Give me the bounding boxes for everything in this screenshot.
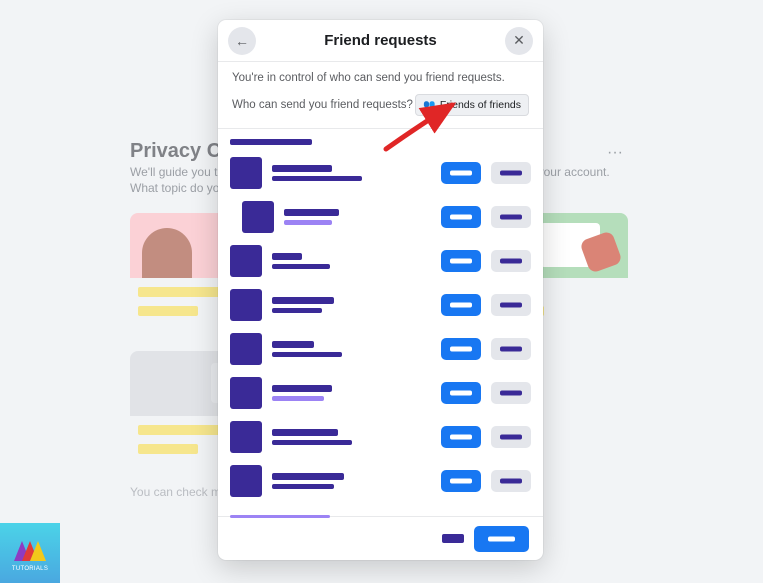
list-item bbox=[230, 459, 531, 503]
list-item bbox=[230, 283, 531, 327]
list-item bbox=[230, 151, 531, 195]
avatar bbox=[230, 377, 262, 409]
confirm-button[interactable] bbox=[441, 426, 481, 448]
watermark-text: TUTORIALS bbox=[12, 566, 48, 572]
delete-button[interactable] bbox=[491, 470, 531, 492]
list-item bbox=[230, 239, 531, 283]
watermark-logo: TUTORIALS bbox=[0, 523, 60, 583]
confirm-button[interactable] bbox=[441, 294, 481, 316]
list-item bbox=[230, 371, 531, 415]
confirm-button[interactable] bbox=[441, 338, 481, 360]
close-button[interactable]: ✕ bbox=[505, 27, 533, 55]
confirm-button[interactable] bbox=[441, 470, 481, 492]
friends-icon: 👥 bbox=[423, 100, 435, 111]
avatar bbox=[230, 465, 262, 497]
confirm-button[interactable] bbox=[441, 162, 481, 184]
friend-requests-modal: ← Friend requests ✕ You're in control of… bbox=[218, 20, 543, 560]
list-item bbox=[230, 327, 531, 371]
list-item-text bbox=[272, 297, 431, 313]
list-item bbox=[230, 415, 531, 459]
delete-button[interactable] bbox=[491, 162, 531, 184]
avatar bbox=[230, 333, 262, 365]
avatar bbox=[230, 289, 262, 321]
modal-header: ← Friend requests ✕ bbox=[218, 20, 543, 62]
modal-intro: You're in control of who can send you fr… bbox=[218, 62, 543, 84]
delete-button[interactable] bbox=[491, 382, 531, 404]
audience-selector[interactable]: 👥 Friends of friends bbox=[415, 94, 529, 116]
avatar bbox=[242, 201, 274, 233]
list-item-text bbox=[272, 429, 431, 445]
audience-label: Friends of friends bbox=[440, 99, 521, 111]
modal-intro-text: You're in control of who can send you fr… bbox=[232, 72, 529, 84]
list-item-text bbox=[272, 473, 431, 489]
setting-question: Who can send you friend requests? bbox=[232, 99, 413, 111]
delete-button[interactable] bbox=[491, 206, 531, 228]
list-item-text bbox=[284, 209, 431, 225]
list-header-line bbox=[230, 139, 312, 145]
modal-title: Friend requests bbox=[324, 32, 437, 49]
list-item bbox=[242, 195, 531, 239]
delete-button[interactable] bbox=[491, 250, 531, 272]
footer-secondary-button[interactable] bbox=[442, 534, 464, 543]
confirm-button[interactable] bbox=[441, 382, 481, 404]
who-can-send-setting: Who can send you friend requests? 👥 Frie… bbox=[218, 84, 543, 129]
delete-button[interactable] bbox=[491, 426, 531, 448]
progress-indicator bbox=[230, 515, 330, 518]
close-icon: ✕ bbox=[513, 32, 525, 49]
delete-button[interactable] bbox=[491, 338, 531, 360]
modal-footer bbox=[218, 516, 543, 560]
footer-primary-button[interactable] bbox=[474, 526, 529, 552]
request-list bbox=[218, 129, 543, 516]
avatar bbox=[230, 245, 262, 277]
list-item-text bbox=[272, 253, 431, 269]
list-item-text bbox=[272, 165, 431, 181]
avatar bbox=[230, 421, 262, 453]
confirm-button[interactable] bbox=[441, 206, 481, 228]
list-item-text bbox=[272, 341, 431, 357]
list-item-text bbox=[272, 385, 431, 401]
confirm-button[interactable] bbox=[441, 250, 481, 272]
delete-button[interactable] bbox=[491, 294, 531, 316]
arrow-left-icon: ← bbox=[235, 33, 249, 49]
avatar bbox=[230, 157, 262, 189]
back-button[interactable]: ← bbox=[228, 27, 256, 55]
